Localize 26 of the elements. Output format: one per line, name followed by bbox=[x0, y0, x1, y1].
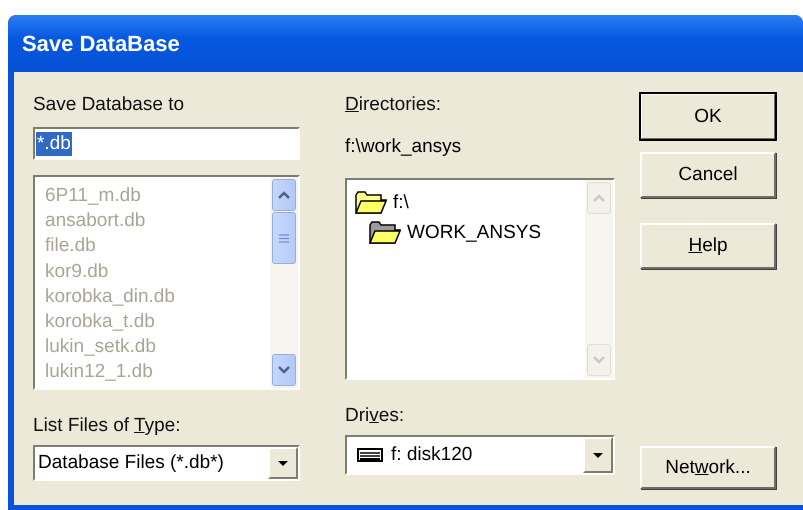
dropdown-button[interactable] bbox=[268, 447, 298, 479]
dropdown-button[interactable] bbox=[583, 437, 613, 473]
scrollbar[interactable] bbox=[585, 180, 613, 378]
field-label: Directories: bbox=[345, 94, 442, 116]
folder-icon bbox=[355, 191, 387, 215]
tree-item[interactable]: WORK_ANSYS bbox=[407, 222, 542, 244]
field-label: Drives: bbox=[345, 405, 404, 427]
directory-path: f:\work_ansys bbox=[345, 136, 462, 158]
caret-icon bbox=[277, 460, 289, 466]
grip-icon bbox=[279, 234, 289, 242]
drive-dropdown[interactable]: f: disk120 bbox=[345, 435, 615, 475]
drive-icon bbox=[357, 448, 383, 462]
file-type-dropdown[interactable]: Database Files (*.db*) bbox=[33, 445, 300, 481]
ok-button[interactable]: OK bbox=[640, 93, 776, 140]
window-title: Save DataBase bbox=[22, 30, 180, 56]
caret-icon bbox=[592, 452, 604, 458]
directory-tree[interactable]: f:\ WORK_ANSYS bbox=[345, 178, 615, 380]
folder-icon bbox=[369, 221, 401, 245]
input-field[interactable]: *.db bbox=[33, 127, 300, 160]
network-button[interactable]: Network... bbox=[640, 446, 776, 489]
dialog-button[interactable]: Cancel bbox=[640, 152, 776, 198]
field-label: Save Database to bbox=[33, 94, 184, 116]
scrollbar[interactable] bbox=[270, 177, 298, 388]
field-label: List Files of Type: bbox=[33, 415, 181, 437]
dialog-button[interactable]: Help bbox=[640, 223, 776, 269]
tree-item[interactable]: f:\ bbox=[393, 192, 409, 214]
